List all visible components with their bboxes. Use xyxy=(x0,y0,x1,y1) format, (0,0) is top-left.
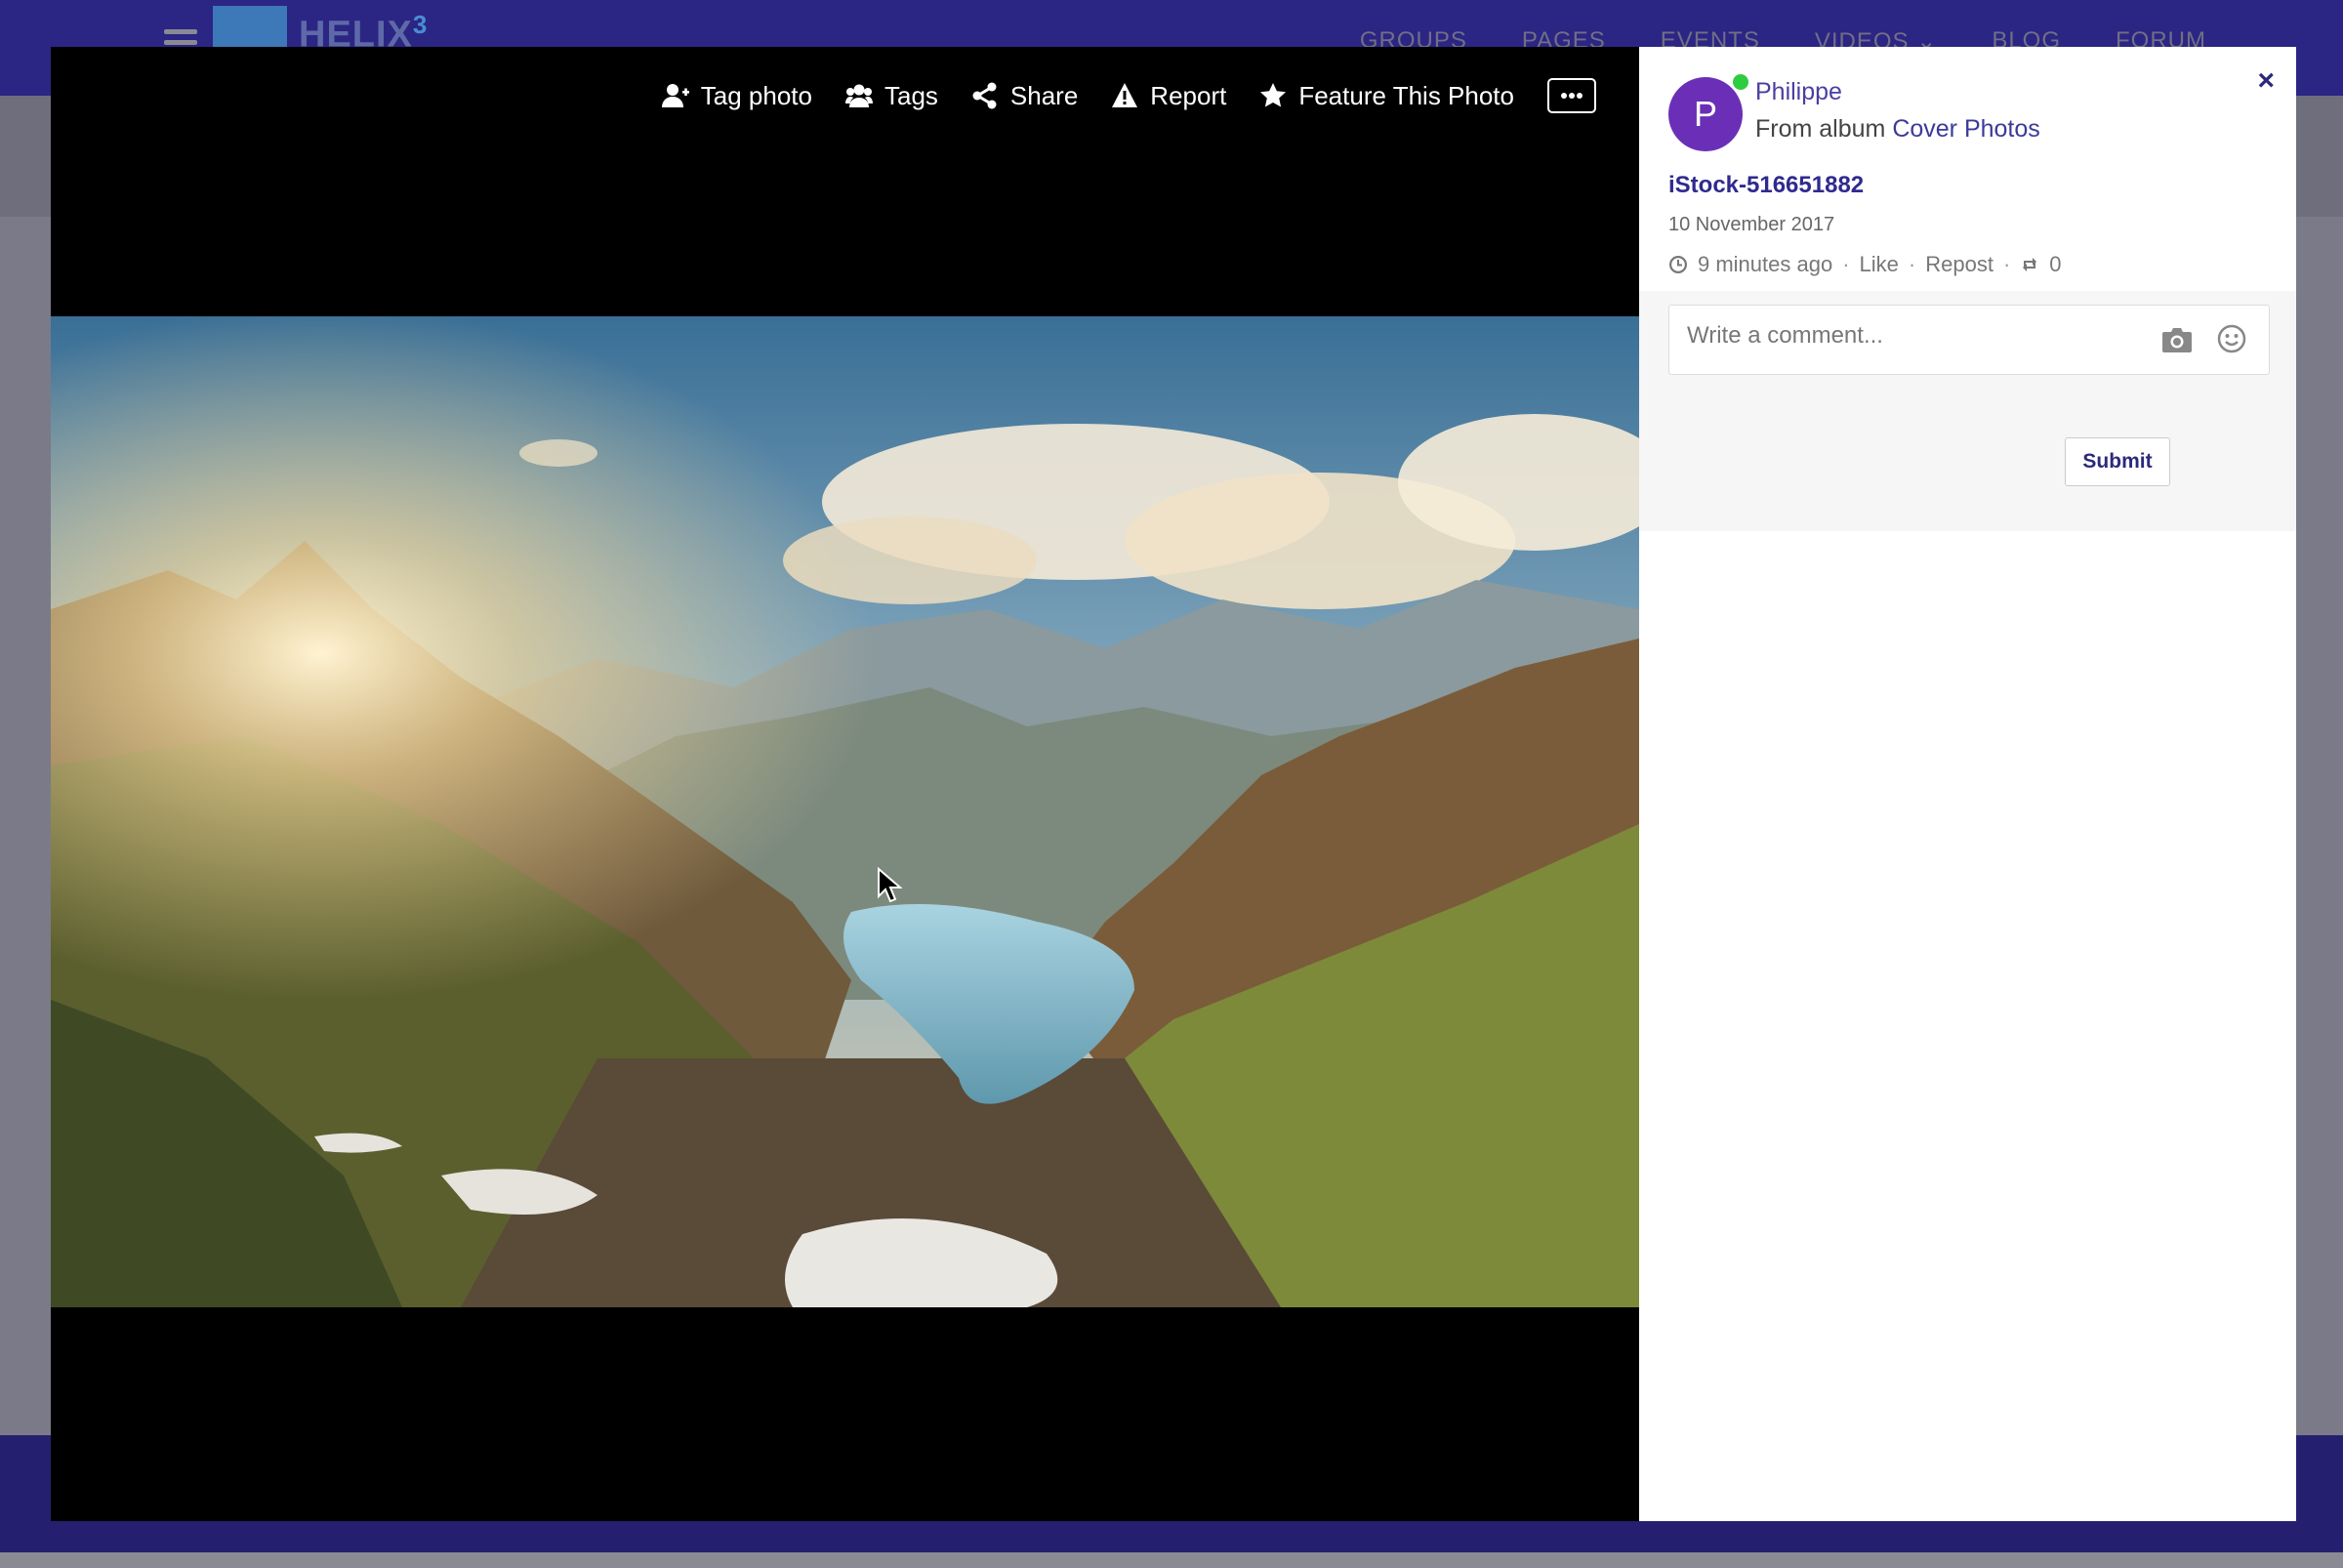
users-icon xyxy=(844,84,873,107)
feature-photo-button[interactable]: Feature This Photo xyxy=(1259,81,1514,111)
album-link[interactable]: Cover Photos xyxy=(1892,115,2039,143)
emoji-icon[interactable] xyxy=(2216,323,2247,354)
clock-icon xyxy=(1669,256,1687,273)
tag-photo-label: Tag photo xyxy=(700,80,812,110)
photo-viewer: Tag photo Tags Share Report Feature This… xyxy=(51,47,1639,1521)
footer-strip xyxy=(0,1552,2343,1568)
user-plus-icon xyxy=(661,84,689,107)
tag-photo-button[interactable]: Tag photo xyxy=(661,80,812,111)
author-name[interactable]: Philippe xyxy=(1755,78,1842,106)
ellipsis-icon xyxy=(1561,93,1583,99)
close-icon[interactable]: × xyxy=(2257,66,2275,96)
tags-label: Tags xyxy=(884,80,938,110)
mouse-cursor-icon xyxy=(878,867,902,903)
avatar-letter: P xyxy=(1693,94,1717,134)
photo-meta: 9 minutes ago · Like · Repost · 0 xyxy=(1668,252,2062,277)
separator-dot: · xyxy=(1842,252,1850,276)
report-button[interactable]: Report xyxy=(1111,81,1226,111)
tags-button[interactable]: Tags xyxy=(844,80,938,111)
mountain-lake-photo xyxy=(51,316,1639,1307)
feature-photo-label: Feature This Photo xyxy=(1298,80,1514,110)
logo-sup: 3 xyxy=(412,10,429,39)
online-status-icon xyxy=(1731,72,1750,92)
share-label: Share xyxy=(1009,80,1079,110)
photo-modal: Tag photo Tags Share Report Feature This… xyxy=(51,47,2296,1521)
repost-link[interactable]: Repost xyxy=(1925,252,1994,277)
time-ago: 9 minutes ago xyxy=(1698,252,1833,276)
more-options-button[interactable] xyxy=(1547,78,1596,113)
logo-icon[interactable] xyxy=(213,6,287,49)
photo-image[interactable] xyxy=(51,316,1639,1307)
photo-side-panel: × P Philippe From album Cover Photos iSt… xyxy=(1639,47,2296,1521)
warning-icon xyxy=(1112,83,1138,107)
comment-input[interactable] xyxy=(1685,321,2148,351)
star-icon xyxy=(1260,83,1287,107)
separator-dot: · xyxy=(2002,252,2011,276)
report-label: Report xyxy=(1150,80,1227,110)
album-prefix: From album xyxy=(1755,115,1893,143)
share-button[interactable]: Share xyxy=(971,81,1078,111)
repost-count: 0 xyxy=(2049,252,2062,276)
like-link[interactable]: Like xyxy=(1860,252,1899,277)
share-icon xyxy=(972,82,997,109)
comment-area: Submit xyxy=(1639,291,2296,531)
photo-title[interactable]: iStock-516651882 xyxy=(1668,172,1864,199)
repost-icon xyxy=(2023,258,2037,271)
submit-button[interactable]: Submit xyxy=(2065,437,2170,486)
camera-icon[interactable] xyxy=(2161,325,2193,354)
photo-toolbar: Tag photo Tags Share Report Feature This… xyxy=(661,78,1596,113)
avatar[interactable]: P xyxy=(1668,77,1743,151)
separator-dot: · xyxy=(1908,252,1916,276)
album-line: From album Cover Photos xyxy=(1755,115,2040,144)
photo-date: 10 November 2017 xyxy=(1668,214,1835,235)
comment-box xyxy=(1668,305,2270,375)
